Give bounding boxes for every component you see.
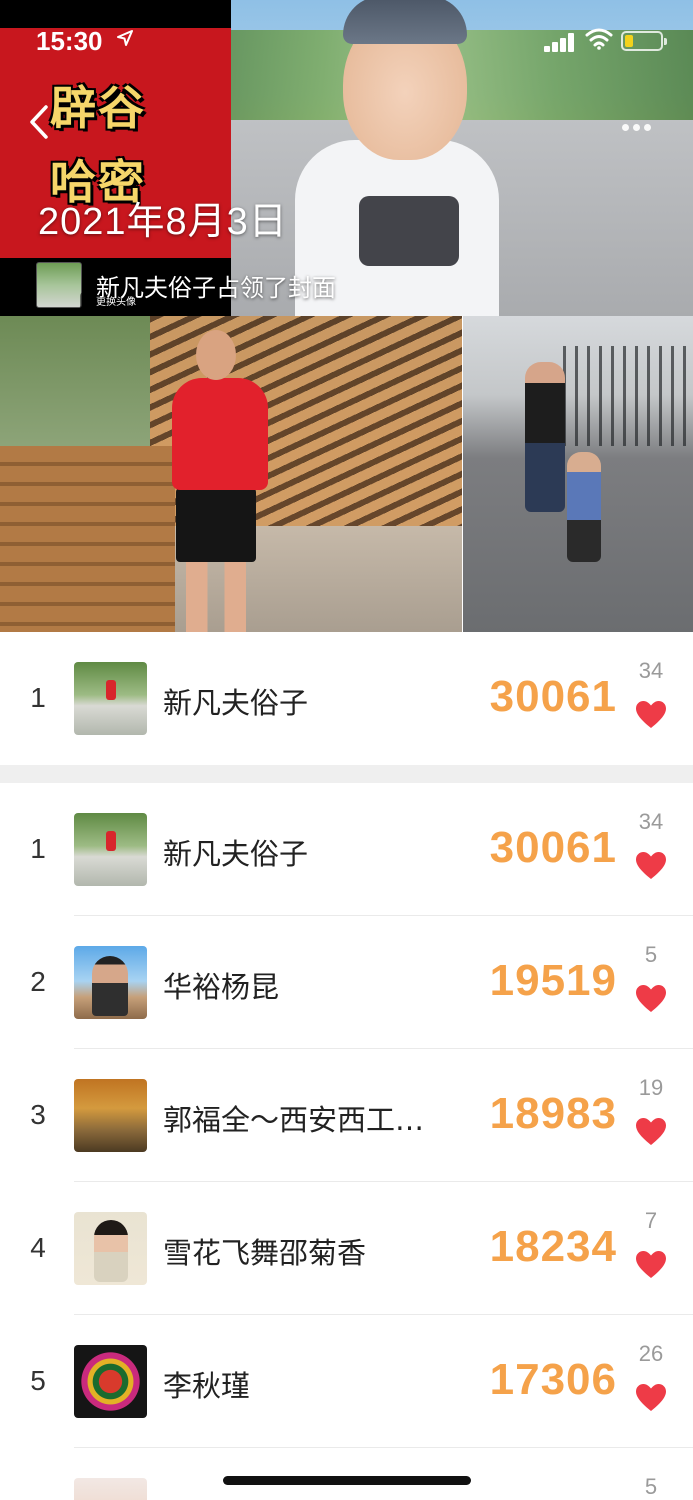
step-count: 30061	[489, 823, 617, 872]
rank-number: 5	[30, 1365, 46, 1396]
rank-number: 1	[30, 833, 46, 864]
like-count: 19	[638, 1075, 664, 1100]
rank-number: 4	[30, 1232, 46, 1263]
cover-owner-avatar[interactable]	[36, 262, 82, 308]
cover-date: 2021年8月3日	[38, 201, 288, 243]
my-rank-row[interactable]: 1 新凡夫俗子 30061 34	[0, 632, 693, 765]
list-item[interactable]: 5	[0, 1448, 693, 1500]
user-name: 新凡夫俗子	[163, 837, 309, 871]
wifi-icon	[585, 28, 613, 52]
list-item[interactable]: 3 郭福全～西安西工… 18983 19	[0, 1049, 693, 1182]
heart-icon[interactable]	[635, 700, 667, 730]
avatar[interactable]	[74, 1345, 147, 1418]
photo-indicator	[622, 116, 662, 131]
photo-strip	[0, 316, 693, 632]
heart-icon[interactable]	[635, 1383, 667, 1413]
location-arrow-icon	[116, 29, 136, 49]
like-count: 7	[644, 1208, 658, 1233]
list-item[interactable]: 4 雪花飞舞邵菊香 18234 7	[0, 1182, 693, 1315]
rank-number: 1	[30, 682, 46, 713]
user-name: 郭福全～西安西工…	[163, 1103, 425, 1137]
list-item[interactable]: 1 新凡夫俗子 30061 34	[0, 783, 693, 916]
like-count: 5	[644, 942, 658, 967]
avatar[interactable]	[74, 662, 147, 735]
list-item[interactable]: 2 华裕杨昆 19519 5	[0, 916, 693, 1049]
cover-title-line1: 辟谷	[50, 81, 146, 135]
avatar[interactable]	[74, 1212, 147, 1285]
status-bar: 15:30	[0, 0, 693, 58]
status-time: 15:30	[36, 26, 103, 56]
heart-icon[interactable]	[635, 984, 667, 1014]
like-count: 34	[638, 658, 664, 683]
walking-man-photo[interactable]	[0, 316, 462, 632]
heart-icon[interactable]	[635, 1117, 667, 1147]
list-item[interactable]: 5 李秋瑾 17306 26	[0, 1315, 693, 1448]
step-count: 19519	[489, 956, 617, 1005]
street-walk-photo[interactable]	[463, 316, 693, 632]
section-divider	[0, 765, 693, 783]
rank-number: 2	[30, 966, 46, 997]
step-count: 18983	[489, 1089, 617, 1138]
avatar[interactable]	[74, 946, 147, 1019]
chevron-left-icon[interactable]	[24, 102, 54, 142]
user-name: 雪花飞舞邵菊香	[163, 1236, 367, 1270]
rank-number: 3	[30, 1099, 46, 1130]
battery-icon	[621, 31, 667, 51]
user-name: 华裕杨昆	[163, 970, 280, 1004]
user-name: 新凡夫俗子	[163, 686, 309, 720]
signal-icon	[544, 32, 576, 52]
user-name: 李秋瑾	[163, 1369, 251, 1403]
heart-icon[interactable]	[635, 1250, 667, 1280]
avatar[interactable]	[74, 1079, 147, 1152]
like-count: 34	[638, 809, 664, 834]
like-count: 5	[644, 1474, 658, 1499]
cover-header[interactable]: 辟谷 哈密 15:30 2021年8月3日 更换头像 新凡夫俗子占领了封面	[0, 0, 693, 316]
avatar[interactable]	[74, 813, 147, 886]
step-count: 17306	[489, 1355, 617, 1404]
step-count: 18234	[489, 1222, 617, 1271]
step-count: 30061	[489, 672, 617, 721]
home-indicator[interactable]	[223, 1476, 471, 1485]
like-count: 26	[638, 1341, 664, 1366]
avatar[interactable]	[74, 1478, 147, 1500]
cover-owner-text: 新凡夫俗子占领了封面	[96, 274, 336, 302]
heart-icon[interactable]	[635, 851, 667, 881]
